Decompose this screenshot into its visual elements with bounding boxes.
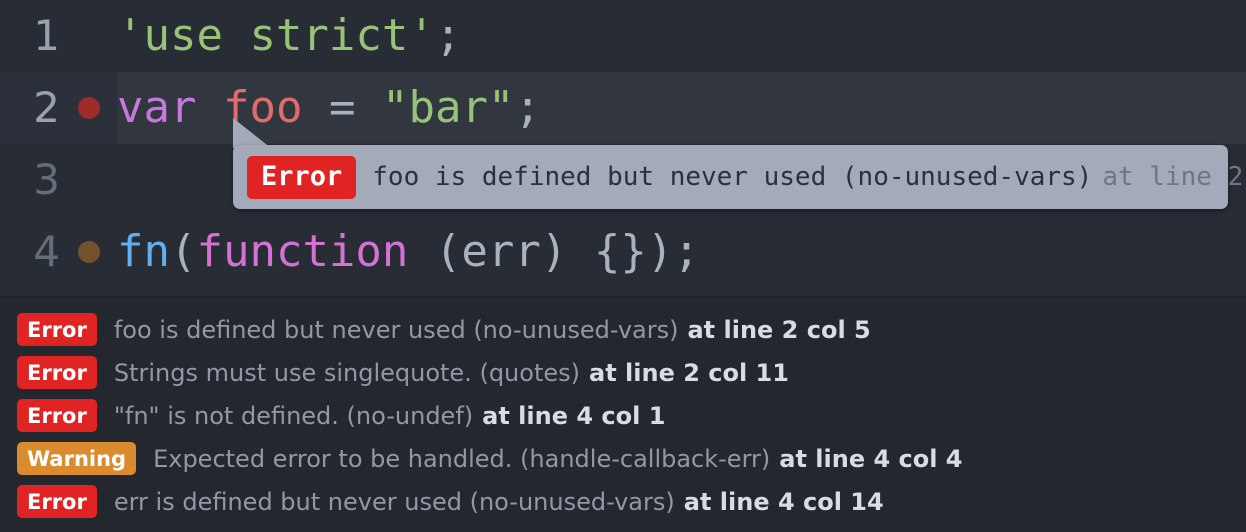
- problem-row[interactable]: Error foo is defined but never used (no-u…: [0, 308, 1246, 351]
- code-text[interactable]: fn(function (err) {});: [117, 216, 1246, 288]
- problem-location: at line 2 col 11: [589, 358, 789, 387]
- empty-marker-icon: [78, 169, 100, 191]
- code-token: var: [117, 82, 197, 133]
- tooltip-location: at line 2 col 5: [1102, 162, 1244, 192]
- problem-row[interactable]: Error err is defined but never used (no-u…: [0, 480, 1246, 523]
- gutter-marker[interactable]: [60, 97, 117, 119]
- linter-editor-screen: 1 'use strict'; 2 var foo = "bar"; 3 4 fn(func…: [0, 0, 1246, 532]
- line-number: 4: [33, 227, 60, 276]
- tooltip-pointer-icon: [233, 118, 271, 148]
- code-token: (: [169, 226, 197, 277]
- problem-location: at line 2 col 5: [687, 315, 871, 344]
- problems-panel: Error foo is defined but never used (no-u…: [0, 296, 1246, 532]
- tooltip-severity-badge: Error: [247, 155, 357, 199]
- problem-message: foo is defined but never used (no-unused…: [113, 315, 679, 344]
- line-number: 1: [33, 11, 60, 60]
- code-token: fn: [117, 226, 170, 277]
- problem-severity-badge: Error: [17, 399, 97, 432]
- problem-message: Expected error to be handled. (handle-ca…: [153, 444, 771, 473]
- error-dot-icon: [77, 97, 100, 119]
- empty-marker-icon: [78, 25, 100, 47]
- code-token: function: [196, 226, 409, 277]
- code-token: ;: [434, 10, 462, 61]
- problem-severity-badge: Error: [17, 313, 97, 346]
- code-editor[interactable]: 1 'use strict'; 2 var foo = "bar"; 3 4 fn(func…: [0, 0, 1246, 296]
- problem-severity-badge: Error: [17, 356, 97, 389]
- code-line[interactable]: 1 'use strict';: [0, 0, 1246, 72]
- code-text[interactable]: var foo = "bar";: [117, 72, 1246, 144]
- problems-list: Error foo is defined but never used (no-u…: [0, 308, 1246, 523]
- problem-row[interactable]: Error Strings must use singlequote. (quot…: [0, 351, 1246, 394]
- gutter-marker[interactable]: [60, 25, 117, 47]
- line-number: 3: [33, 155, 60, 204]
- code-token: =: [328, 82, 356, 133]
- problem-location: at line 4 col 14: [683, 487, 884, 516]
- gutter-marker[interactable]: [60, 169, 117, 191]
- code-line[interactable]: 4 fn(function (err) {});: [0, 216, 1246, 288]
- problem-location: at line 4 col 1: [482, 401, 666, 430]
- code-line-list: 1 'use strict'; 2 var foo = "bar"; 3 4 fn(func…: [0, 0, 1246, 288]
- line-number: 2: [33, 83, 60, 132]
- code-token: "bar": [381, 82, 515, 133]
- problem-message: "fn" is not defined. (no-undef): [113, 401, 474, 430]
- problem-location: at line 4 col 4: [779, 444, 963, 473]
- code-token: (err) {});: [408, 226, 700, 277]
- warning-dot-icon: [77, 241, 100, 263]
- code-token: 'use strict': [117, 10, 435, 61]
- problem-message: err is defined but never used (no-unused…: [113, 487, 675, 516]
- code-token: ;: [514, 82, 541, 133]
- problem-severity-badge: Error: [17, 485, 97, 518]
- problem-row[interactable]: Error "fn" is not defined. (no-undef) at l…: [0, 394, 1246, 437]
- problem-severity-badge: Warning: [17, 442, 137, 475]
- gutter-marker[interactable]: [60, 241, 117, 263]
- problem-row[interactable]: Warning Expected error to be handled. (ha…: [0, 437, 1246, 480]
- error-tooltip: Error foo is defined but never used (no-…: [233, 145, 1243, 209]
- code-line[interactable]: 2 var foo = "bar";: [0, 72, 1246, 144]
- problem-message: Strings must use singlequote. (quotes): [113, 358, 580, 387]
- code-text[interactable]: 'use strict';: [117, 0, 1246, 72]
- tooltip-message: foo is defined but never used (no-unused…: [372, 162, 1093, 192]
